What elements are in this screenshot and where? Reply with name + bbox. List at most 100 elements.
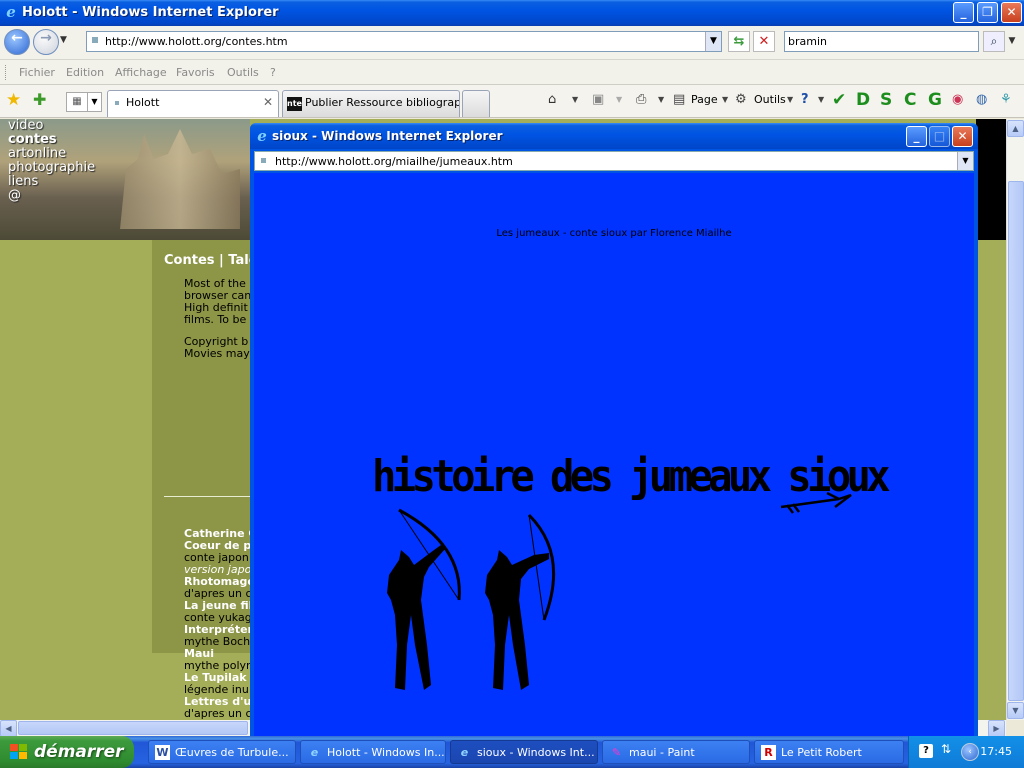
menu-outils[interactable]: Outils <box>227 66 259 79</box>
globe-icon[interactable]: ◍ <box>976 92 987 107</box>
address-input[interactable]: http://www.holott.org/contes.htm <box>105 35 288 48</box>
addon-icon[interactable]: ◉ <box>952 92 963 107</box>
popup-close-button[interactable]: ✕ <box>952 126 973 147</box>
task-paint[interactable]: ✎ maui - Paint <box>602 740 750 764</box>
menu-bar: Fichier Edition Affichage Favoris Outils… <box>0 60 1024 85</box>
tools-dropdown-icon[interactable]: ▼ <box>787 95 793 104</box>
toolbar-letter-g[interactable]: G <box>928 90 942 110</box>
popup-minimize-button[interactable]: _ <box>906 126 927 147</box>
tab-list-dropdown-icon[interactable]: ▼ <box>88 92 102 112</box>
arrow-icon <box>780 491 852 514</box>
home-dropdown-icon[interactable]: ▼ <box>572 95 578 104</box>
help-icon[interactable]: ? <box>801 92 809 107</box>
vertical-scroll-thumb[interactable] <box>1008 181 1024 701</box>
task-petit-robert[interactable]: R Le Petit Robert <box>754 740 904 764</box>
popup-address-dropdown-icon[interactable]: ▼ <box>957 152 973 170</box>
horizontal-scroll-thumb[interactable] <box>18 721 248 735</box>
menu-edition[interactable]: Edition <box>66 66 104 79</box>
robert-icon: R <box>761 745 776 760</box>
nav-link-photographie[interactable]: photographie <box>8 161 95 175</box>
print-dropdown-icon[interactable]: ▼ <box>658 95 664 104</box>
main-window-titlebar[interactable]: e Holott - Windows Internet Explorer _ ❐… <box>0 0 1024 26</box>
network-tray-icon[interactable]: ⇅ <box>941 742 951 756</box>
help-dropdown-icon[interactable]: ▼ <box>818 95 824 104</box>
feeds-icon[interactable]: ▣ <box>592 92 604 107</box>
search-input[interactable] <box>785 32 975 51</box>
search-box[interactable] <box>784 31 979 52</box>
nte-favicon-icon: nte <box>287 97 302 111</box>
toolbar-letter-s[interactable]: S <box>880 90 892 110</box>
start-label: démarrer <box>34 742 124 762</box>
task-label: maui - Paint <box>629 746 695 759</box>
windows-logo-icon <box>10 744 28 760</box>
ie-icon: e <box>310 746 319 759</box>
nav-link-artonline[interactable]: artonline <box>8 147 95 161</box>
page-icon[interactable]: ▤ <box>673 92 685 107</box>
restore-button[interactable]: ❐ <box>977 2 998 23</box>
tab-bar: ★ ✚ ▦ ▼ Holott ✕ nte Publier Ressource b… <box>0 85 1024 118</box>
copyright-line: Movies may <box>184 347 250 360</box>
network-icon[interactable]: ⚘ <box>1000 92 1012 107</box>
banner-right-strip <box>976 119 1006 240</box>
new-tab-button[interactable] <box>462 90 490 117</box>
search-icon[interactable]: ⌕ <box>983 31 1005 52</box>
menu-fichier[interactable]: Fichier <box>19 66 55 79</box>
scroll-up-icon[interactable]: ▲ <box>1007 120 1024 137</box>
toolbar-letter-c[interactable]: C <box>904 90 916 110</box>
scroll-left-icon[interactable]: ◀ <box>0 720 17 737</box>
add-favorite-icon[interactable]: ✚ <box>33 90 46 109</box>
tab-publier-ressource[interactable]: nte Publier Ressource bibliograph... <box>282 90 460 117</box>
home-icon[interactable]: ⌂ <box>548 92 556 107</box>
menu-help[interactable]: ? <box>270 66 276 79</box>
main-window-title: Holott - Windows Internet Explorer <box>22 5 279 20</box>
popup-content: Les jumeaux - conte sioux par Florence M… <box>254 173 974 740</box>
scroll-down-icon[interactable]: ▼ <box>1007 702 1024 719</box>
menu-favoris[interactable]: Favoris <box>176 66 215 79</box>
search-options-icon[interactable]: ▼ <box>1006 31 1018 52</box>
nav-link-liens[interactable]: liens <box>8 175 95 189</box>
intro-line: films. To be <box>184 313 247 326</box>
quick-tabs-icon[interactable]: ▦ <box>66 92 88 112</box>
nav-link-contes[interactable]: contes <box>8 133 95 147</box>
tab-close-icon[interactable]: ✕ <box>263 95 273 109</box>
print-icon[interactable]: ⎙ <box>636 92 646 107</box>
check-icon[interactable]: ✔ <box>832 90 846 110</box>
content-panel: Contes | Tale Most of the browser can Hi… <box>152 240 259 720</box>
toolbar-letter-d[interactable]: D <box>856 90 870 110</box>
tray-expand-icon[interactable]: ‹ <box>961 743 979 761</box>
popup-window[interactable]: e sioux - Windows Internet Explorer _ □ … <box>250 123 978 740</box>
start-button[interactable]: démarrer <box>0 736 134 768</box>
ie-logo-icon: e <box>6 3 16 21</box>
scroll-right-icon[interactable]: ▶ <box>988 720 1005 737</box>
history-dropdown-icon[interactable]: ▼ <box>60 35 72 49</box>
gear-icon[interactable]: ⚙ <box>735 92 747 107</box>
popup-maximize-button[interactable]: □ <box>929 126 950 147</box>
address-dropdown-icon[interactable]: ▼ <box>705 32 721 51</box>
page-dropdown-icon[interactable]: ▼ <box>722 95 728 104</box>
refresh-icon[interactable]: ⇆ <box>728 31 750 52</box>
favorites-star-icon[interactable]: ★ <box>6 90 21 110</box>
close-button[interactable]: ✕ <box>1001 2 1022 23</box>
nav-link-contact[interactable]: @ <box>8 189 95 203</box>
nav-link-video[interactable]: video <box>8 119 95 133</box>
section-title: Contes | Tale <box>164 253 258 268</box>
popup-title: sioux - Windows Internet Explorer <box>272 129 503 143</box>
forward-button[interactable]: → <box>33 29 59 55</box>
vertical-scrollbar[interactable]: ▲ ▼ <box>1006 119 1024 720</box>
toolbar-grip[interactable] <box>5 65 8 80</box>
task-holott[interactable]: e Holott - Windows In... <box>300 740 446 764</box>
feeds-dropdown-icon[interactable]: ▼ <box>616 95 622 104</box>
minimize-button[interactable]: _ <box>953 2 974 23</box>
back-button[interactable]: ← <box>4 29 30 55</box>
tab-holott[interactable]: Holott ✕ <box>107 90 279 117</box>
task-sioux[interactable]: e sioux - Windows Int... <box>450 740 598 764</box>
page-menu-label[interactable]: Page <box>691 93 718 106</box>
help-tray-icon[interactable]: ? <box>919 744 933 758</box>
task-word[interactable]: W Œuvres de Turbule... <box>148 740 296 764</box>
stop-icon[interactable]: ✕ <box>753 31 775 52</box>
tools-menu-label[interactable]: Outils <box>754 93 786 106</box>
menu-affichage[interactable]: Affichage <box>115 66 167 79</box>
address-bar[interactable]: http://www.holott.org/contes.htm ▼ <box>86 31 722 52</box>
popup-address-bar[interactable]: http://www.holott.org/miailhe/jumeaux.ht… <box>254 151 974 171</box>
popup-address-text[interactable]: http://www.holott.org/miailhe/jumeaux.ht… <box>275 155 513 168</box>
